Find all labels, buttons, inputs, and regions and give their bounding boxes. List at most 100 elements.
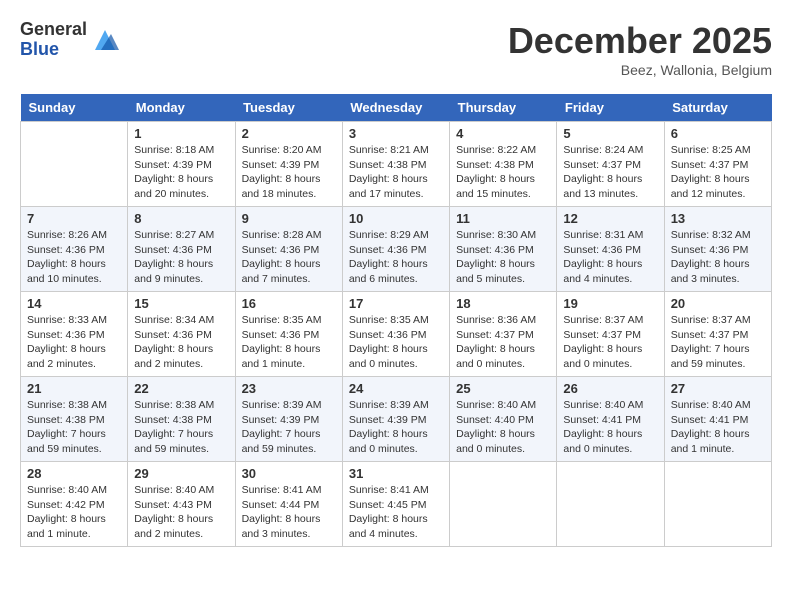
day-number: 30	[242, 466, 336, 481]
calendar-week-row: 28 Sunrise: 8:40 AMSunset: 4:42 PMDayligh…	[21, 462, 772, 547]
calendar-cell: 19Sunrise: 8:37 AMSunset: 4:37 PMDayligh…	[557, 292, 664, 377]
day-info: Sunrise: 8:34 AMSunset: 4:36 PMDaylight:…	[134, 313, 228, 372]
day-info: Sunrise: 8:38 AMSunset: 4:38 PMDaylight:…	[27, 398, 121, 457]
day-info: Sunrise: 8:40 AMSunset: 4:41 PMDaylight:…	[563, 398, 657, 457]
calendar-cell: 9 Sunrise: 8:28 AMSunset: 4:36 PMDaylight…	[235, 207, 342, 292]
day-number: 9	[242, 211, 336, 226]
calendar-cell: 29 Sunrise: 8:40 AMSunset: 4:43 PMDayligh…	[128, 462, 235, 547]
day-number: 4	[456, 126, 550, 141]
day-number: 6	[671, 126, 765, 141]
calendar-day-header: Friday	[557, 94, 664, 122]
calendar-cell: 3 Sunrise: 8:21 AMSunset: 4:38 PMDaylight…	[342, 122, 449, 207]
day-info: Sunrise: 8:36 AMSunset: 4:37 PMDaylight:…	[456, 313, 550, 372]
calendar-table: SundayMondayTuesdayWednesdayThursdayFrid…	[20, 94, 772, 547]
day-number: 12	[563, 211, 657, 226]
day-info: Sunrise: 8:22 AMSunset: 4:38 PMDaylight:…	[456, 143, 550, 202]
day-info: Sunrise: 8:20 AMSunset: 4:39 PMDaylight:…	[242, 143, 336, 202]
day-number: 18	[456, 296, 550, 311]
day-info: Sunrise: 8:21 AMSunset: 4:38 PMDaylight:…	[349, 143, 443, 202]
calendar-cell: 10 Sunrise: 8:29 AMSunset: 4:36 PMDayligh…	[342, 207, 449, 292]
day-info: Sunrise: 8:41 AMSunset: 4:44 PMDaylight:…	[242, 483, 336, 542]
day-info: Sunrise: 8:35 AMSunset: 4:36 PMDaylight:…	[242, 313, 336, 372]
calendar-cell: 7Sunrise: 8:26 AMSunset: 4:36 PMDaylight…	[21, 207, 128, 292]
calendar-day-header: Thursday	[450, 94, 557, 122]
calendar-cell	[450, 462, 557, 547]
day-number: 10	[349, 211, 443, 226]
day-info: Sunrise: 8:24 AMSunset: 4:37 PMDaylight:…	[563, 143, 657, 202]
day-info: Sunrise: 8:28 AMSunset: 4:36 PMDaylight:…	[242, 228, 336, 287]
calendar-week-row: 21 Sunrise: 8:38 AMSunset: 4:38 PMDayligh…	[21, 377, 772, 462]
calendar-week-row: 7Sunrise: 8:26 AMSunset: 4:36 PMDaylight…	[21, 207, 772, 292]
day-number: 11	[456, 211, 550, 226]
calendar-cell: 26 Sunrise: 8:40 AMSunset: 4:41 PMDayligh…	[557, 377, 664, 462]
day-number: 7	[27, 211, 121, 226]
day-number: 23	[242, 381, 336, 396]
calendar-cell: 16 Sunrise: 8:35 AMSunset: 4:36 PMDayligh…	[235, 292, 342, 377]
day-info: Sunrise: 8:40 AMSunset: 4:42 PMDaylight:…	[27, 483, 121, 542]
day-number: 17	[349, 296, 443, 311]
calendar-cell	[557, 462, 664, 547]
page-header: General Blue December 2025 Beez, Walloni…	[20, 20, 772, 78]
day-info: Sunrise: 8:29 AMSunset: 4:36 PMDaylight:…	[349, 228, 443, 287]
day-number: 2	[242, 126, 336, 141]
day-info: Sunrise: 8:18 AMSunset: 4:39 PMDaylight:…	[134, 143, 228, 202]
calendar-cell: 2 Sunrise: 8:20 AMSunset: 4:39 PMDaylight…	[235, 122, 342, 207]
day-number: 25	[456, 381, 550, 396]
day-info: Sunrise: 8:33 AMSunset: 4:36 PMDaylight:…	[27, 313, 121, 372]
day-number: 27	[671, 381, 765, 396]
day-info: Sunrise: 8:39 AMSunset: 4:39 PMDaylight:…	[349, 398, 443, 457]
day-number: 22	[134, 381, 228, 396]
calendar-cell: 24Sunrise: 8:39 AMSunset: 4:39 PMDayligh…	[342, 377, 449, 462]
calendar-day-header: Saturday	[664, 94, 771, 122]
calendar-cell: 30 Sunrise: 8:41 AMSunset: 4:44 PMDayligh…	[235, 462, 342, 547]
day-number: 20	[671, 296, 765, 311]
calendar-cell: 8Sunrise: 8:27 AMSunset: 4:36 PMDaylight…	[128, 207, 235, 292]
calendar-cell: 27Sunrise: 8:40 AMSunset: 4:41 PMDayligh…	[664, 377, 771, 462]
day-number: 28	[27, 466, 121, 481]
title-block: December 2025 Beez, Wallonia, Belgium	[508, 20, 772, 78]
calendar-header-row: SundayMondayTuesdayWednesdayThursdayFrid…	[21, 94, 772, 122]
day-info: Sunrise: 8:32 AMSunset: 4:36 PMDaylight:…	[671, 228, 765, 287]
calendar-cell: 28 Sunrise: 8:40 AMSunset: 4:42 PMDayligh…	[21, 462, 128, 547]
calendar-week-row: 1 Sunrise: 8:18 AMSunset: 4:39 PMDaylight…	[21, 122, 772, 207]
calendar-cell: 21 Sunrise: 8:38 AMSunset: 4:38 PMDayligh…	[21, 377, 128, 462]
calendar-cell: 31 Sunrise: 8:41 AMSunset: 4:45 PMDayligh…	[342, 462, 449, 547]
calendar-day-header: Monday	[128, 94, 235, 122]
day-info: Sunrise: 8:40 AMSunset: 4:40 PMDaylight:…	[456, 398, 550, 457]
calendar-cell	[21, 122, 128, 207]
day-number: 29	[134, 466, 228, 481]
day-info: Sunrise: 8:31 AMSunset: 4:36 PMDaylight:…	[563, 228, 657, 287]
calendar-day-header: Sunday	[21, 94, 128, 122]
day-number: 21	[27, 381, 121, 396]
day-number: 1	[134, 126, 228, 141]
day-info: Sunrise: 8:37 AMSunset: 4:37 PMDaylight:…	[563, 313, 657, 372]
calendar-cell: 1 Sunrise: 8:18 AMSunset: 4:39 PMDaylight…	[128, 122, 235, 207]
day-number: 14	[27, 296, 121, 311]
day-number: 3	[349, 126, 443, 141]
calendar-cell: 20Sunrise: 8:37 AMSunset: 4:37 PMDayligh…	[664, 292, 771, 377]
calendar-cell: 13 Sunrise: 8:32 AMSunset: 4:36 PMDayligh…	[664, 207, 771, 292]
calendar-cell: 5Sunrise: 8:24 AMSunset: 4:37 PMDaylight…	[557, 122, 664, 207]
day-number: 26	[563, 381, 657, 396]
calendar-cell: 23 Sunrise: 8:39 AMSunset: 4:39 PMDayligh…	[235, 377, 342, 462]
calendar-cell: 25 Sunrise: 8:40 AMSunset: 4:40 PMDayligh…	[450, 377, 557, 462]
day-info: Sunrise: 8:41 AMSunset: 4:45 PMDaylight:…	[349, 483, 443, 542]
day-number: 15	[134, 296, 228, 311]
calendar-cell: 11Sunrise: 8:30 AMSunset: 4:36 PMDayligh…	[450, 207, 557, 292]
calendar-cell: 17 Sunrise: 8:35 AMSunset: 4:36 PMDayligh…	[342, 292, 449, 377]
calendar-day-header: Wednesday	[342, 94, 449, 122]
calendar-cell: 15 Sunrise: 8:34 AMSunset: 4:36 PMDayligh…	[128, 292, 235, 377]
calendar-cell: 6 Sunrise: 8:25 AMSunset: 4:37 PMDaylight…	[664, 122, 771, 207]
calendar-week-row: 14 Sunrise: 8:33 AMSunset: 4:36 PMDayligh…	[21, 292, 772, 377]
day-info: Sunrise: 8:27 AMSunset: 4:36 PMDaylight:…	[134, 228, 228, 287]
day-info: Sunrise: 8:35 AMSunset: 4:36 PMDaylight:…	[349, 313, 443, 372]
logo-blue: Blue	[20, 40, 87, 60]
day-info: Sunrise: 8:40 AMSunset: 4:43 PMDaylight:…	[134, 483, 228, 542]
day-number: 16	[242, 296, 336, 311]
logo-icon	[91, 26, 119, 54]
day-info: Sunrise: 8:25 AMSunset: 4:37 PMDaylight:…	[671, 143, 765, 202]
day-number: 31	[349, 466, 443, 481]
day-info: Sunrise: 8:39 AMSunset: 4:39 PMDaylight:…	[242, 398, 336, 457]
calendar-cell	[664, 462, 771, 547]
day-number: 13	[671, 211, 765, 226]
